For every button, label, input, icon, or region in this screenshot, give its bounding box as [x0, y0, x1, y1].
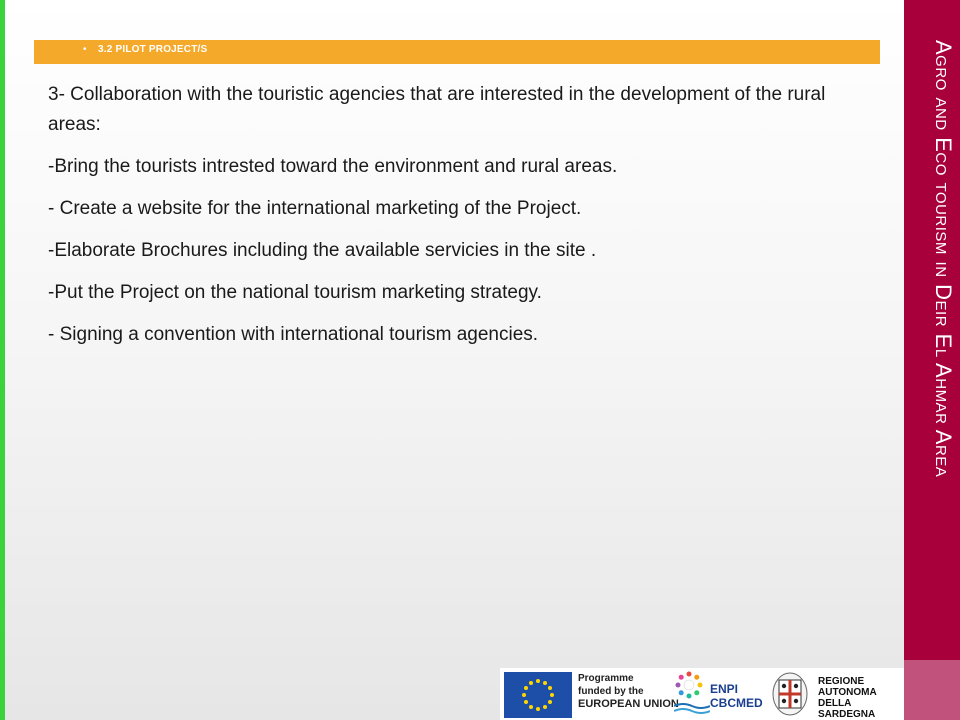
slide-body: 3- Collaboration with the touristic agen… — [48, 80, 868, 362]
sardegna-crest-icon — [772, 672, 808, 716]
sidebar-accent-block — [904, 660, 960, 720]
sidebar-title: Agro and Eco tourism in Deir El Ahmar Ar… — [931, 40, 956, 478]
sardegna-label: REGIONE AUTONOMA DELLA SARDEGNA — [818, 676, 877, 720]
paragraph-create-website: - Create a website for the international… — [48, 198, 582, 219]
eu-flag-icon — [504, 672, 572, 718]
paragraph-national-strategy: -Put the Project on the national tourism… — [48, 282, 542, 303]
paragraph-bring-tourists: -Bring the tourists intrested toward the… — [48, 156, 618, 177]
paragraph-brochures: -Elaborate Brochures including the avail… — [48, 240, 597, 261]
enpi-sun-icon — [675, 671, 703, 699]
footer-logos: Programme funded by the EUROPEAN UNION E… — [500, 668, 904, 720]
enpi-waves-icon — [674, 703, 710, 714]
eu-programme-label: Programme funded by the EUROPEAN UNION — [578, 673, 679, 710]
paragraph-convention: - Signing a convention with internationa… — [48, 324, 539, 345]
paragraph-intro: 3- Collaboration with the touristic agen… — [48, 84, 826, 135]
left-edge-stripe — [0, 0, 5, 720]
section-label: 3.2 PILOT PROJECT/S — [98, 44, 208, 55]
enpi-cbcmed-label: ENPI CBCMED — [710, 682, 763, 710]
slide: • 3.2 PILOT PROJECT/S 3- Collaboration w… — [0, 0, 960, 720]
bullet-icon: • — [83, 44, 87, 55]
eu-stars-icon — [522, 679, 554, 711]
section-header-band: • 3.2 PILOT PROJECT/S — [34, 40, 880, 64]
